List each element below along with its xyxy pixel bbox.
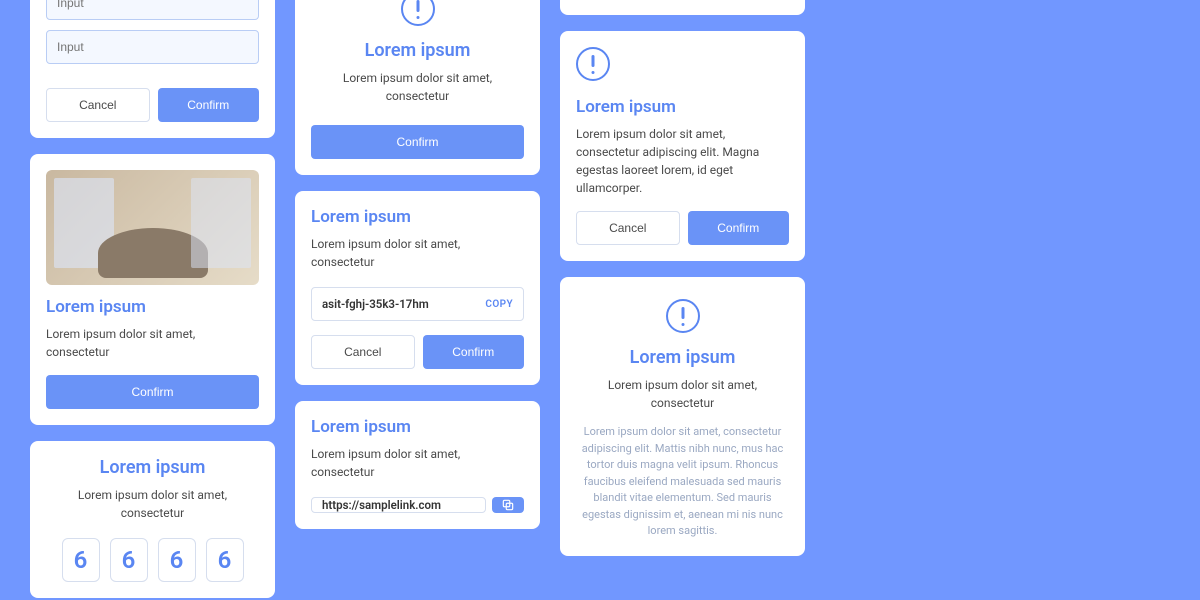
card-title: Lorem ipsum	[311, 40, 524, 61]
modal-image: Lorem ipsum Lorem ipsum dolor sit amet, …	[30, 154, 275, 425]
alert-icon	[401, 0, 435, 26]
modal-alert-confirm: Lorem ipsum Lorem ipsum dolor sit amet, …	[295, 0, 540, 175]
card-title: Lorem ipsum	[576, 97, 789, 117]
modal-alert-long: Lorem ipsum Lorem ipsum dolor sit amet, …	[560, 277, 805, 556]
modal-copy-code: Lorem ipsum Lorem ipsum dolor sit amet, …	[295, 191, 540, 385]
otp-digit-1[interactable]: 6	[62, 538, 100, 582]
input-field-1[interactable]	[46, 0, 259, 20]
cancel-button[interactable]: Cancel	[576, 211, 680, 245]
card-title: Lorem ipsum	[576, 347, 789, 368]
url-value: https://samplelink.com	[311, 497, 486, 513]
card-title: Lorem ipsum	[46, 457, 259, 478]
modal-otp: Lorem ipsum Lorem ipsum dolor sit amet, …	[30, 441, 275, 598]
card-body: Lorem ipsum dolor sit amet, consectetur	[46, 325, 259, 361]
copy-field: asit-fghj-35k3-17hm COPY	[311, 287, 524, 321]
card-body: Lorem ipsum dolor sit amet, consectetur …	[576, 125, 789, 197]
otp-digit-2[interactable]: 6	[110, 538, 148, 582]
alert-icon	[576, 47, 610, 81]
copy-button[interactable]: COPY	[485, 299, 513, 310]
alert-icon	[666, 299, 700, 333]
confirm-button[interactable]: Confirm	[688, 211, 790, 245]
cancel-button[interactable]: Cancel	[311, 335, 415, 369]
card-body: Lorem ipsum dolor sit amet, consectetur	[576, 376, 789, 412]
modal-alert-actions: Lorem ipsum Lorem ipsum dolor sit amet, …	[560, 31, 805, 261]
card-body-secondary: Lorem ipsum dolor sit amet, consectetur …	[576, 424, 789, 540]
confirm-button[interactable]: Confirm	[311, 125, 524, 159]
code-value: asit-fghj-35k3-17hm	[322, 297, 429, 311]
card-body: Lorem ipsum dolor sit amet, consectetur	[311, 69, 524, 105]
input-field-2[interactable]	[46, 30, 259, 64]
cancel-button[interactable]: Cancel	[46, 88, 150, 122]
confirm-button[interactable]: Confirm	[46, 375, 259, 409]
card-title: Lorem ipsum	[46, 297, 259, 317]
card-body: Lorem ipsum dolor sit amet, consectetur	[311, 235, 524, 271]
modal-stub	[560, 0, 805, 15]
otp-digit-4[interactable]: 6	[206, 538, 244, 582]
otp-digit-3[interactable]: 6	[158, 538, 196, 582]
hero-image	[46, 170, 259, 285]
card-title: Lorem ipsum	[311, 417, 524, 437]
card-title: Lorem ipsum	[311, 207, 524, 227]
confirm-button[interactable]: Confirm	[158, 88, 260, 122]
modal-link: Lorem ipsum Lorem ipsum dolor sit amet, …	[295, 401, 540, 529]
copy-link-button[interactable]	[492, 497, 524, 513]
modal-inputs: Cancel Confirm	[30, 0, 275, 138]
card-body: Lorem ipsum dolor sit amet, consectetur	[311, 445, 524, 481]
copy-icon	[501, 498, 515, 512]
confirm-button[interactable]: Confirm	[423, 335, 525, 369]
card-body: Lorem ipsum dolor sit amet, consectetur	[46, 486, 259, 522]
